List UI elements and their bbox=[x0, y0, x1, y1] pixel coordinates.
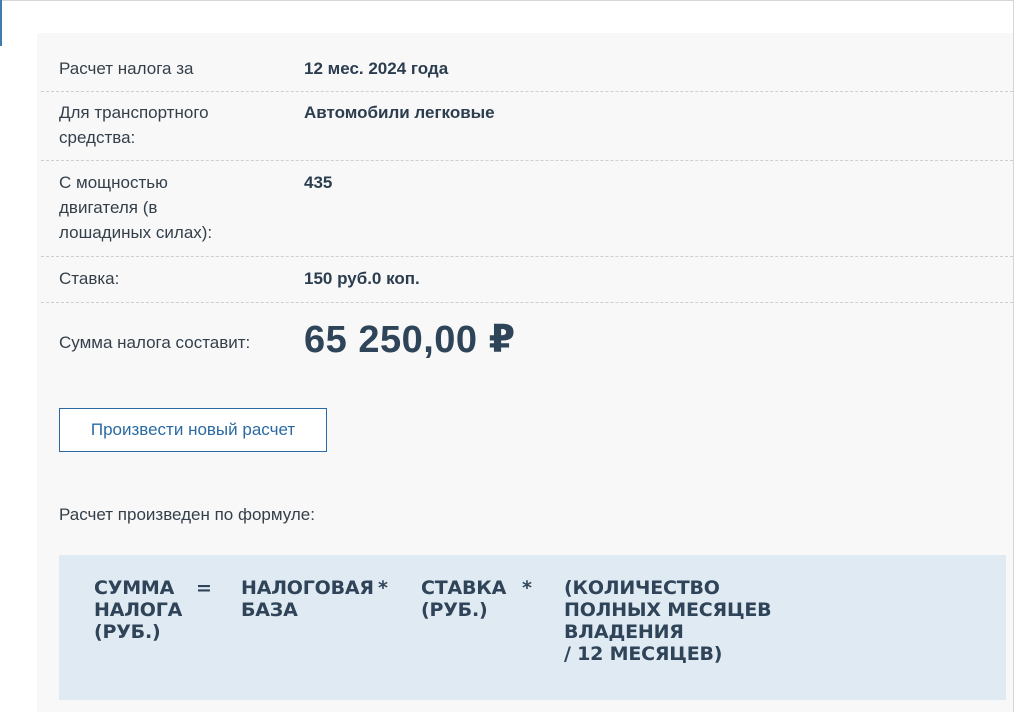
vehicle-label: Для транспортного средства: bbox=[59, 103, 209, 147]
period-label: Расчет налога за bbox=[59, 59, 194, 78]
left-accent-bar bbox=[0, 0, 2, 46]
window-top-border bbox=[0, 0, 1014, 1]
formula-term-months: (КОЛИЧЕСТВО ПОЛНЫХ МЕСЯЦЕВ ВЛАДЕНИЯ / 12… bbox=[564, 577, 772, 665]
total-label: Сумма налога составит: bbox=[59, 333, 251, 352]
tax-result-panel: Расчет налога за 12 мес. 2024 года Для т… bbox=[37, 33, 1013, 712]
result-row-power: С мощностью двигателя (в лошадиных силах… bbox=[41, 161, 1013, 257]
formula-multiply-2: * bbox=[522, 577, 532, 599]
rate-label: Ставка: bbox=[59, 269, 120, 288]
formula-term-tax-base: НАЛОГОВАЯ БАЗА bbox=[241, 577, 374, 621]
formula-term-rate: СТАВКА (РУБ.) bbox=[421, 577, 507, 621]
result-row-period: Расчет налога за 12 мес. 2024 года bbox=[41, 33, 1013, 92]
total-value: 65 250,00 ₽ bbox=[304, 319, 516, 361]
period-value: 12 мес. 2024 года bbox=[304, 59, 449, 78]
power-value: 435 bbox=[304, 173, 333, 192]
result-row-vehicle: Для транспортного средства: Автомобили л… bbox=[41, 91, 1013, 161]
vehicle-value: Автомобили легковые bbox=[304, 103, 495, 122]
formula-equals: = bbox=[196, 577, 212, 599]
result-row-rate: Ставка: 150 руб.0 коп. bbox=[41, 257, 1013, 303]
formula-multiply-1: * bbox=[378, 577, 388, 599]
power-label: С мощностью двигателя (в лошадиных силах… bbox=[59, 173, 213, 242]
rate-value: 150 руб.0 коп. bbox=[304, 269, 420, 288]
new-calculation-button[interactable]: Произвести новый расчет bbox=[59, 408, 327, 452]
formula-caption: Расчет произведен по формуле: bbox=[59, 505, 315, 524]
formula-box: СУММА НАЛОГА (РУБ.) = НАЛОГОВАЯ БАЗА * С… bbox=[59, 555, 1006, 700]
formula-term-tax-sum: СУММА НАЛОГА (РУБ.) bbox=[94, 577, 183, 643]
